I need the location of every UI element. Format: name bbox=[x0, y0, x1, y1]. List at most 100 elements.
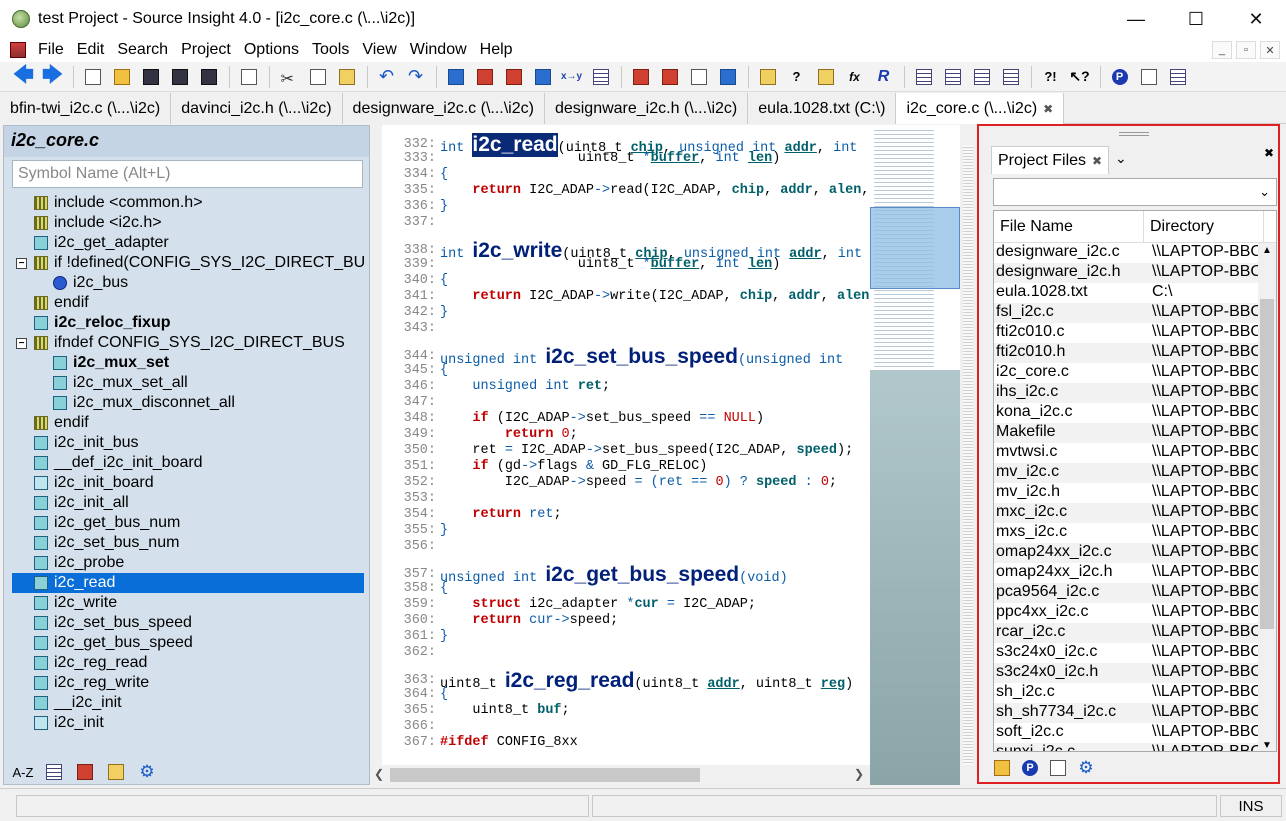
layout-button-1[interactable] bbox=[912, 65, 935, 88]
relation-button[interactable] bbox=[756, 65, 779, 88]
search-web-button[interactable] bbox=[589, 65, 612, 88]
collapse-icon[interactable]: − bbox=[16, 337, 27, 349]
references-button[interactable]: R bbox=[872, 65, 895, 88]
code-line[interactable]: 352: I2C_ADAP->speed = (ret == 0) ? spee… bbox=[382, 475, 837, 491]
category-view-button[interactable] bbox=[74, 762, 96, 782]
code-line[interactable]: 366: bbox=[382, 719, 440, 735]
layout-button-3[interactable] bbox=[970, 65, 993, 88]
menu-project[interactable]: Project bbox=[175, 41, 238, 59]
tab-close-icon[interactable]: ✖ bbox=[1043, 102, 1053, 116]
code-line[interactable]: 363: uint8_t i2c_reg_read (uint8_t addr, u… bbox=[382, 669, 854, 692]
code-line[interactable]: 346: unsigned int ret; bbox=[382, 379, 611, 395]
code-line[interactable]: 345: { bbox=[382, 363, 449, 379]
code-line[interactable]: 367: #ifdef CONFIG_8xx bbox=[382, 735, 578, 751]
maximize-button[interactable]: ☐ bbox=[1166, 0, 1226, 38]
tab-bfin-twi[interactable]: bfin-twi_i2c.c (\...\i2c) bbox=[0, 93, 172, 124]
symbol-item[interactable]: − if !defined(CONFIG_SYS_I2C_DIRECT_BUS) bbox=[12, 253, 364, 273]
undo-button[interactable]: ↶ bbox=[375, 65, 398, 88]
function-button[interactable]: fx bbox=[843, 65, 866, 88]
back-button[interactable]: 🡄 bbox=[12, 64, 35, 88]
code-line[interactable]: 359: struct i2c_adapter *cur = I2C_ADAP; bbox=[382, 597, 756, 613]
file-filter-combo[interactable]: ⌄ bbox=[993, 178, 1277, 206]
symbol-item[interactable]: i2c_bus bbox=[12, 273, 364, 293]
search-forward-button[interactable] bbox=[502, 65, 525, 88]
code-overview[interactable] bbox=[870, 125, 960, 785]
symbol-item[interactable]: include <common.h> bbox=[12, 193, 364, 213]
file-row[interactable]: fti2c010.h \\LAPTOP-BBC bbox=[994, 343, 1258, 363]
file-row[interactable]: s3c24x0_i2c.c \\LAPTOP-BBC bbox=[994, 643, 1258, 663]
symbol-item[interactable]: i2c_reloc_fixup bbox=[12, 313, 364, 333]
code-line[interactable]: 364: { bbox=[382, 687, 449, 703]
code-line[interactable]: 334: { bbox=[382, 167, 449, 183]
file-row[interactable]: omap24xx_i2c.h \\LAPTOP-BBC bbox=[994, 563, 1258, 583]
find-button[interactable] bbox=[444, 65, 467, 88]
file-row[interactable]: sh_sh7734_i2c.c \\LAPTOP-BBC bbox=[994, 703, 1258, 723]
menu-options[interactable]: Options bbox=[238, 41, 306, 59]
code-line[interactable]: 341: return I2C_ADAP->write(I2C_ADAP, ch… bbox=[382, 289, 870, 305]
code-line[interactable]: 347: bbox=[382, 395, 440, 411]
file-row[interactable]: sunxi_i2c.c \\LAPTOP-BBC bbox=[994, 743, 1258, 751]
help-button[interactable]: ?! bbox=[1039, 65, 1062, 88]
save-as-button[interactable] bbox=[168, 65, 191, 88]
file-details-button[interactable] bbox=[1047, 758, 1069, 778]
code-line[interactable]: 358: { bbox=[382, 581, 449, 597]
file-row[interactable]: pca9564_i2c.c \\LAPTOP-BBC bbox=[994, 583, 1258, 603]
symbol-item[interactable]: i2c_mux_disconnet_all bbox=[12, 393, 364, 413]
tab-designware-h[interactable]: designware_i2c.h (\...\i2c) bbox=[544, 93, 749, 124]
file-row[interactable]: rcar_i2c.c \\LAPTOP-BBC bbox=[994, 623, 1258, 643]
code-line[interactable]: 333: uint8_t *buffer, int len) bbox=[382, 151, 781, 167]
code-line[interactable]: 335: return I2C_ADAP->read(I2C_ADAP, chi… bbox=[382, 183, 870, 199]
code-line[interactable]: 353: bbox=[382, 491, 440, 507]
document-minimize-button[interactable]: _ bbox=[1212, 41, 1232, 59]
sort-alpha-button[interactable]: A-Z bbox=[12, 762, 34, 782]
code-line[interactable]: 360: return cur->speed; bbox=[382, 613, 619, 629]
code-line[interactable]: 343: bbox=[382, 321, 440, 337]
column-file-name[interactable]: File Name bbox=[994, 211, 1144, 242]
code-line[interactable]: 339: uint8_t *buffer, int len) bbox=[382, 257, 781, 273]
file-list-scrollbar[interactable]: ▲ ▼ bbox=[1258, 243, 1276, 751]
menu-help[interactable]: Help bbox=[474, 41, 520, 59]
horizontal-scroll-thumb[interactable] bbox=[390, 768, 700, 782]
close-button[interactable]: ✕ bbox=[1226, 0, 1286, 38]
collapse-icon[interactable]: − bbox=[16, 257, 27, 269]
list-view-button[interactable] bbox=[43, 762, 65, 782]
symbol-item[interactable]: i2c_reg_read bbox=[12, 653, 364, 673]
symbol-info-button[interactable]: ? bbox=[785, 65, 808, 88]
tab-davinci[interactable]: davinci_i2c.h (\...\i2c) bbox=[171, 93, 343, 124]
redo-button[interactable]: ↷ bbox=[404, 65, 427, 88]
sync-button[interactable] bbox=[1137, 65, 1160, 88]
code-line[interactable]: 349: return 0; bbox=[382, 427, 578, 443]
file-row[interactable]: i2c_core.c \\LAPTOP-BBC bbox=[994, 363, 1258, 383]
symbol-item[interactable]: include <i2c.h> bbox=[12, 213, 364, 233]
file-row[interactable]: mxc_i2c.c \\LAPTOP-BBC bbox=[994, 503, 1258, 523]
code-line[interactable]: 348: if (I2C_ADAP->set_bus_speed == NULL… bbox=[382, 411, 765, 427]
scroll-right-icon[interactable]: ❯ bbox=[854, 767, 864, 781]
symbol-item[interactable]: endif bbox=[12, 413, 364, 433]
symbol-item[interactable]: i2c_mux_set bbox=[12, 353, 364, 373]
tab-close-icon[interactable]: ✖ bbox=[1092, 154, 1102, 168]
save-button[interactable] bbox=[139, 65, 162, 88]
open-file-button[interactable] bbox=[110, 65, 133, 88]
file-row[interactable]: fsl_i2c.c \\LAPTOP-BBC bbox=[994, 303, 1258, 323]
file-row[interactable]: mv_i2c.h \\LAPTOP-BBC bbox=[994, 483, 1258, 503]
vertical-scrollbar[interactable] bbox=[960, 125, 976, 785]
code-editor[interactable]: 332: int i2c_read (uint8_t chip, unsigned … bbox=[370, 125, 870, 765]
document-restore-button[interactable]: ▫ bbox=[1236, 41, 1256, 59]
file-row[interactable]: mv_i2c.c \\LAPTOP-BBC bbox=[994, 463, 1258, 483]
symbol-item[interactable]: i2c_init_all bbox=[12, 493, 364, 513]
file-row[interactable]: sh_i2c.c \\LAPTOP-BBC bbox=[994, 683, 1258, 703]
symbol-item[interactable]: i2c_probe bbox=[12, 553, 364, 573]
code-line[interactable]: 356: bbox=[382, 539, 440, 555]
project-files-tab[interactable]: Project Files ✖ bbox=[991, 146, 1110, 174]
open-project-folder-button[interactable] bbox=[991, 758, 1013, 778]
horizontal-scrollbar[interactable]: ❮ ❯ bbox=[370, 765, 870, 785]
outline-button[interactable] bbox=[1166, 65, 1189, 88]
code-line[interactable]: 365: uint8_t buf; bbox=[382, 703, 570, 719]
symbol-item[interactable]: i2c_set_bus_speed bbox=[12, 613, 364, 633]
bookmark-button[interactable] bbox=[716, 65, 739, 88]
file-row[interactable]: soft_i2c.c \\LAPTOP-BBC bbox=[994, 723, 1258, 743]
symbol-item[interactable]: i2c_reg_write bbox=[12, 673, 364, 693]
tab-eula[interactable]: eula.1028.txt (C:\) bbox=[748, 93, 897, 124]
tab-designware-c[interactable]: designware_i2c.c (\...\i2c) bbox=[342, 93, 545, 124]
code-line[interactable]: 344: unsigned int i2c_set_bus_speed (unsig… bbox=[382, 345, 844, 368]
